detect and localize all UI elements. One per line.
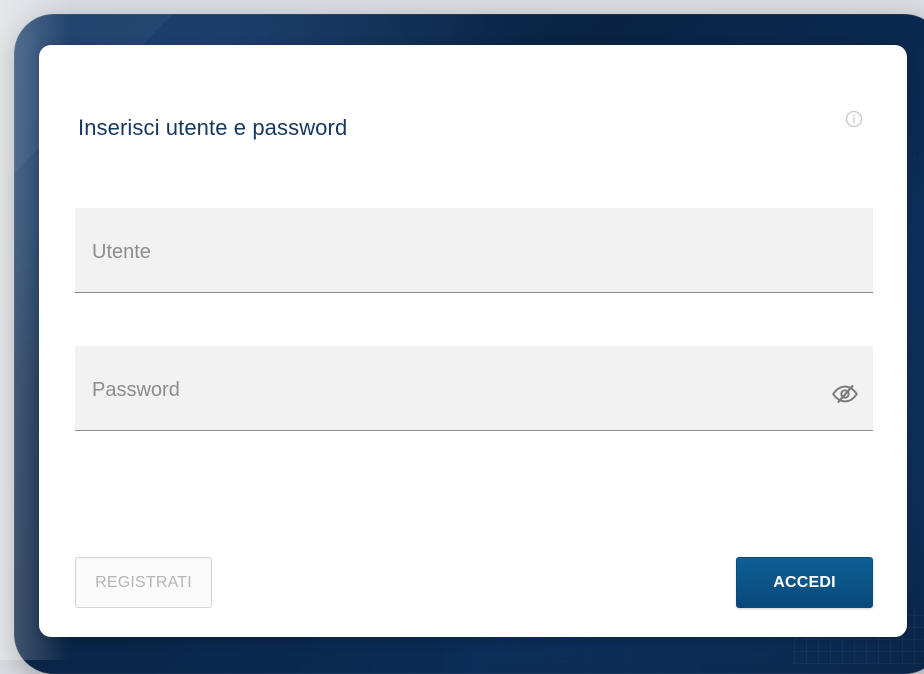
password-field[interactable] [75, 346, 873, 431]
login-card: Inserisci utente e password REGISTRATI A… [39, 45, 907, 637]
username-input[interactable] [92, 232, 792, 272]
register-button[interactable]: REGISTRATI [75, 557, 212, 608]
info-icon[interactable] [844, 109, 864, 129]
password-input[interactable] [92, 370, 792, 410]
login-button[interactable]: ACCEDI [736, 557, 873, 608]
username-field[interactable] [75, 208, 873, 293]
login-title: Inserisci utente e password [78, 115, 348, 140]
eye-off-icon[interactable] [831, 383, 859, 405]
